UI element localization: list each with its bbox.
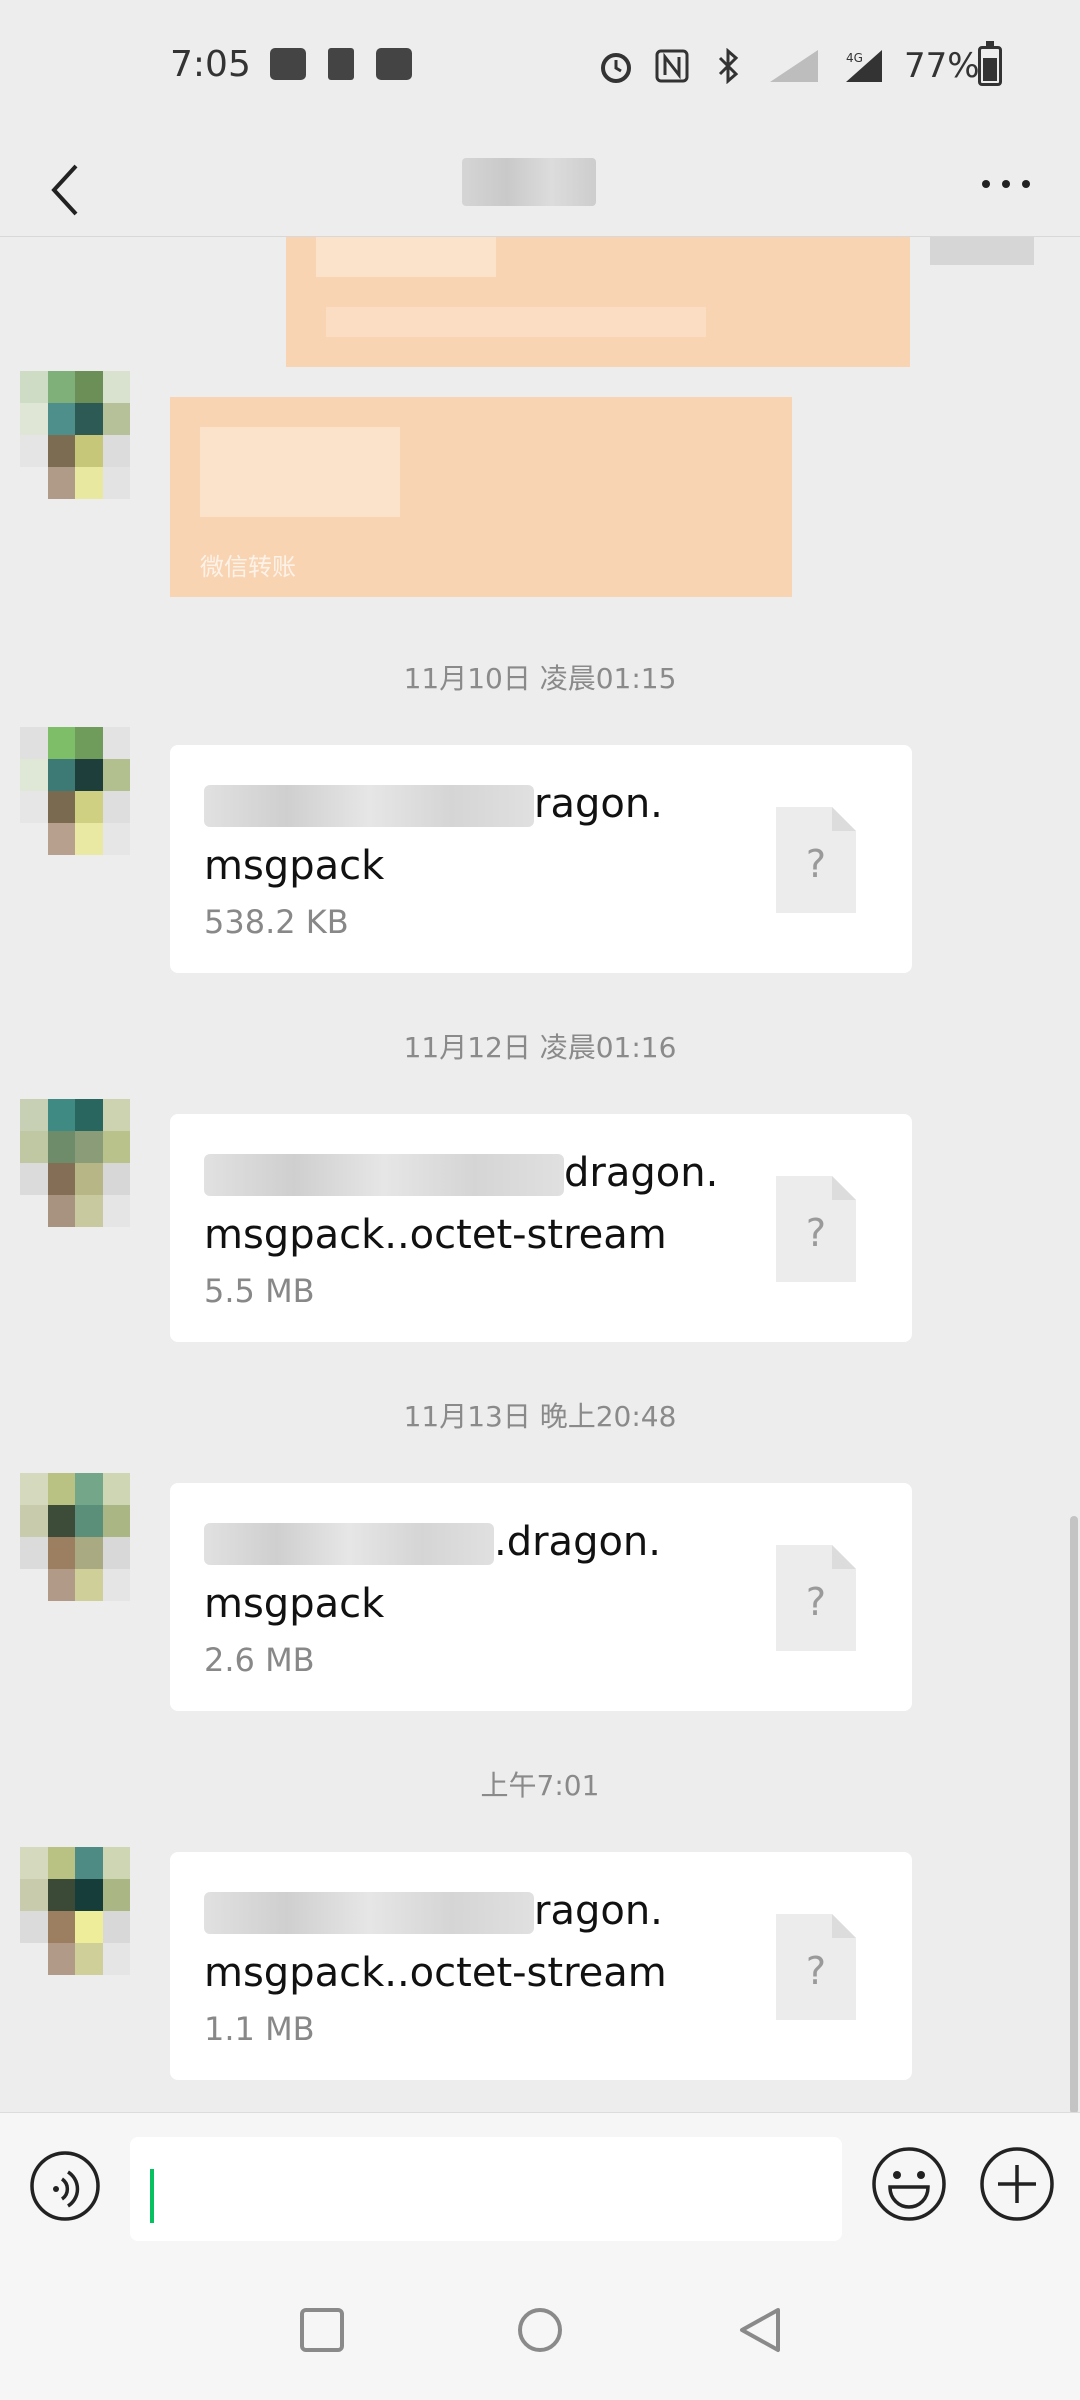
timestamp: 11月13日 晚上20:48 bbox=[403, 1400, 677, 1433]
notification-wallet-icon bbox=[270, 48, 306, 80]
emoji-icon[interactable] bbox=[870, 2145, 948, 2223]
wifi-icon bbox=[770, 50, 818, 82]
file-name-redacted bbox=[204, 1523, 494, 1565]
file-name: .dragon. msgpack bbox=[204, 1519, 661, 1627]
transfer-bubble[interactable] bbox=[286, 237, 910, 367]
file-name: dragon. msgpack..octet-stream bbox=[204, 1150, 719, 1258]
status-bar: 7:05 4G 77% bbox=[0, 0, 1080, 140]
avatar[interactable] bbox=[20, 727, 130, 855]
alarm-icon bbox=[601, 53, 631, 83]
circle-home-icon[interactable] bbox=[514, 2304, 566, 2356]
transfer-caption: 微信转账 bbox=[200, 553, 296, 581]
plus-icon[interactable] bbox=[978, 2145, 1056, 2223]
file-name-redacted bbox=[204, 785, 534, 827]
nfc-icon bbox=[655, 49, 689, 83]
scrollbar[interactable] bbox=[1070, 1516, 1078, 2114]
square-recents-icon[interactable] bbox=[296, 2304, 348, 2356]
message-list[interactable]: 微信转账 11月10日 凌晨01:15 ragon. msgpack 538.2… bbox=[0, 237, 1080, 2110]
avatar[interactable] bbox=[20, 1473, 130, 1601]
timestamp: 11月10日 凌晨01:15 bbox=[403, 662, 677, 695]
svg-text:?: ? bbox=[806, 842, 826, 886]
file-name: ragon. msgpack bbox=[204, 781, 663, 889]
file-name-redacted bbox=[204, 1892, 534, 1934]
svg-text:?: ? bbox=[806, 1580, 826, 1624]
triangle-back-icon[interactable] bbox=[734, 2304, 786, 2356]
timestamp: 上午7:01 bbox=[480, 1769, 600, 1802]
unknown-file-icon: ? bbox=[776, 807, 856, 913]
unknown-file-icon: ? bbox=[776, 1176, 856, 1282]
chat-title bbox=[462, 158, 596, 206]
file-size: 5.5 MB bbox=[204, 1272, 315, 1310]
voice-icon[interactable] bbox=[28, 2149, 102, 2223]
file-name-redacted bbox=[204, 1154, 564, 1196]
avatar[interactable] bbox=[20, 371, 130, 499]
system-navigation-bar bbox=[0, 2262, 1080, 2400]
more-dots-icon[interactable] bbox=[976, 164, 1036, 204]
message-input[interactable] bbox=[130, 2137, 842, 2241]
battery-icon bbox=[978, 41, 1002, 86]
svg-text:4G: 4G bbox=[846, 51, 863, 65]
back-chevron-icon[interactable] bbox=[38, 160, 98, 220]
chat-header bbox=[0, 140, 1080, 237]
file-message-card[interactable]: dragon. msgpack..octet-stream 5.5 MB ? bbox=[170, 1114, 912, 1342]
avatar[interactable] bbox=[20, 1099, 130, 1227]
file-size: 538.2 KB bbox=[204, 903, 349, 941]
file-name: ragon. msgpack..octet-stream bbox=[204, 1888, 667, 1996]
status-time: 7:05 bbox=[170, 44, 251, 85]
file-message-card[interactable]: .dragon. msgpack 2.6 MB ? bbox=[170, 1483, 912, 1711]
battery-percentage: 77% bbox=[904, 46, 980, 86]
timestamp: 11月12日 凌晨01:16 bbox=[403, 1031, 677, 1064]
unknown-file-icon: ? bbox=[776, 1914, 856, 2020]
file-size: 1.1 MB bbox=[204, 2010, 315, 2048]
transfer-bubble[interactable]: 微信转账 bbox=[170, 397, 792, 597]
chat-input-bar bbox=[0, 2112, 1080, 2263]
self-avatar[interactable] bbox=[930, 237, 1034, 265]
notification-gallery-icon bbox=[376, 48, 412, 80]
unknown-file-icon: ? bbox=[776, 1545, 856, 1651]
cellular-signal-icon: 4G bbox=[846, 50, 882, 82]
bluetooth-icon bbox=[718, 48, 739, 84]
file-message-card[interactable]: ragon. msgpack..octet-stream 1.1 MB ? bbox=[170, 1852, 912, 2080]
notification-download-icon bbox=[328, 48, 354, 80]
file-size: 2.6 MB bbox=[204, 1641, 315, 1679]
text-caret bbox=[150, 2169, 154, 2223]
avatar[interactable] bbox=[20, 1847, 130, 1975]
svg-text:?: ? bbox=[806, 1949, 826, 1993]
file-message-card[interactable]: ragon. msgpack 538.2 KB ? bbox=[170, 745, 912, 973]
svg-text:?: ? bbox=[806, 1211, 826, 1255]
